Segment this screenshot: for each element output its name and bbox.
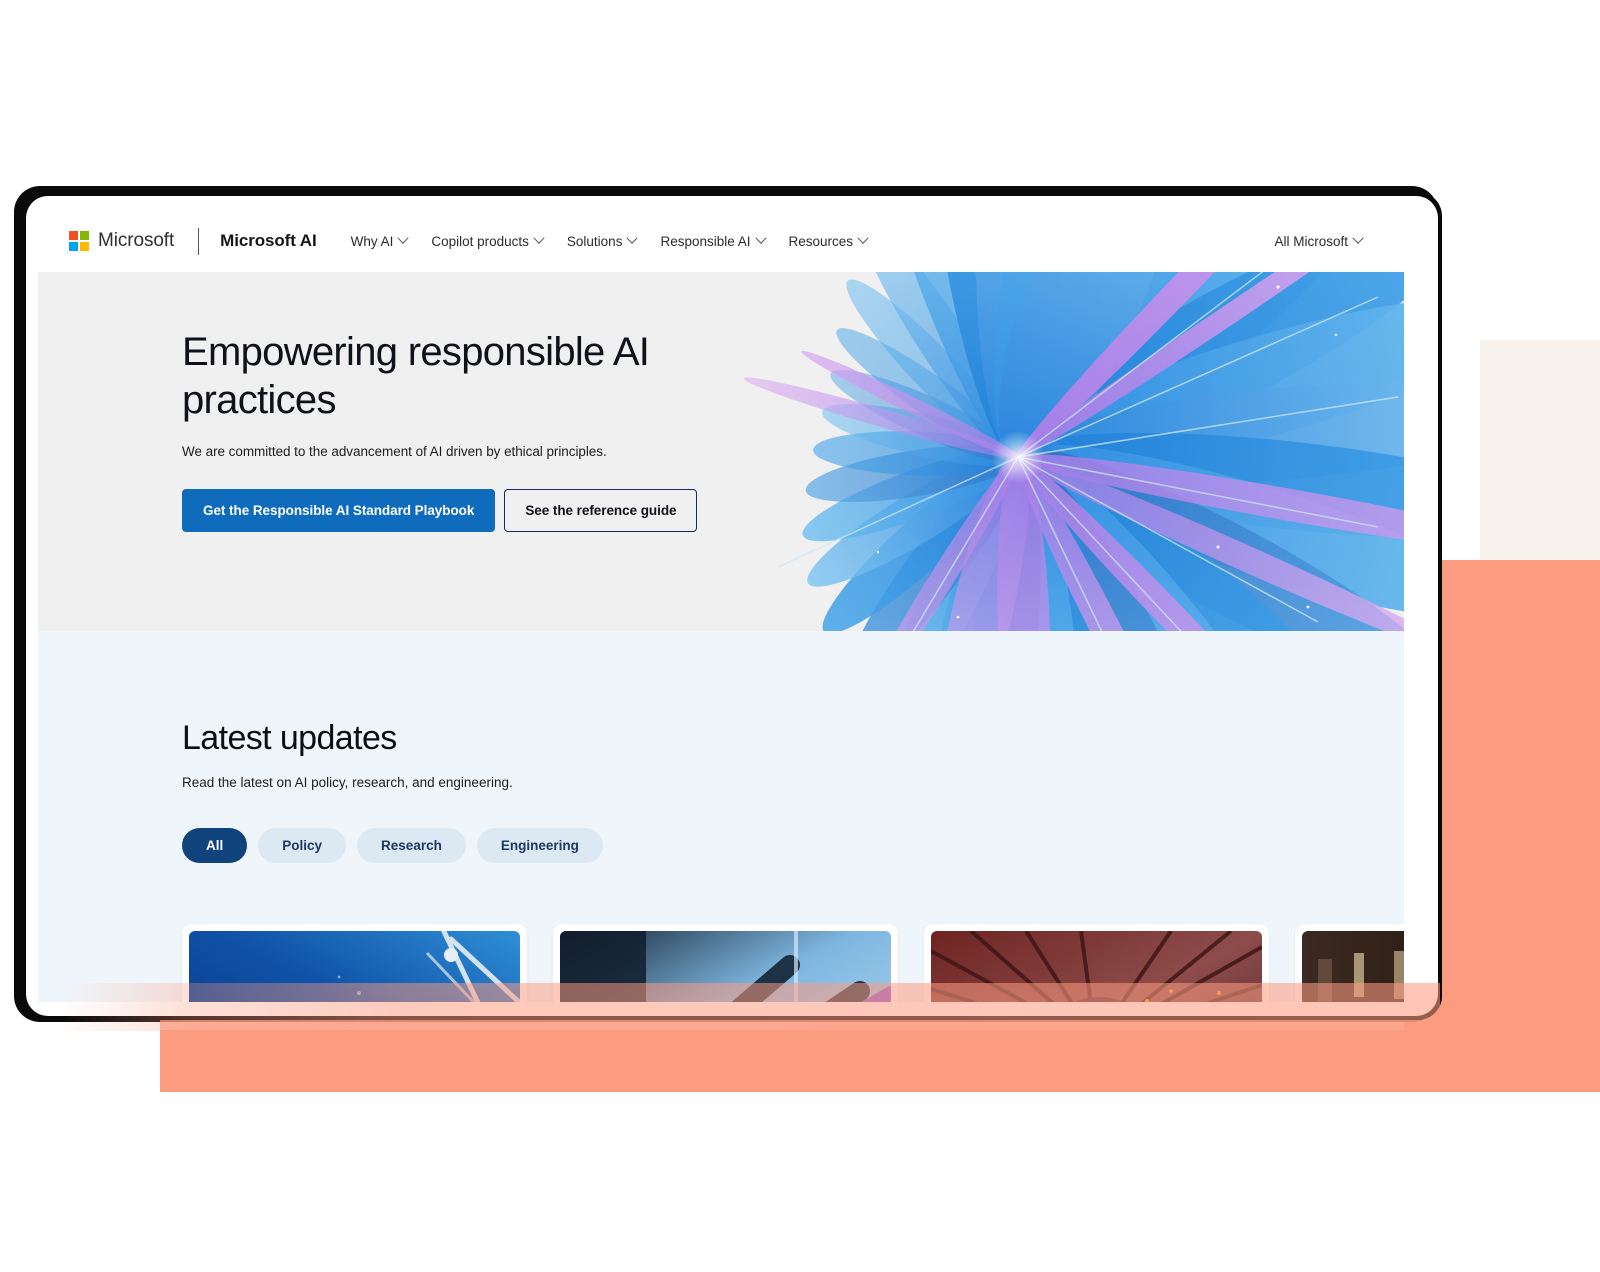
chevron-down-icon	[533, 232, 545, 244]
hero-button-group: Get the Responsible AI Standard Playbook…	[182, 489, 742, 532]
hero-section: Empowering responsible AI practices We a…	[38, 272, 1404, 631]
microsoft-logo-link[interactable]: Microsoft	[69, 230, 174, 252]
nav-item-why-ai[interactable]: Why AI	[339, 228, 420, 255]
filter-pill-policy[interactable]: Policy	[258, 828, 347, 863]
decor-coral-rectangle-bottom	[160, 1030, 1440, 1092]
microsoft-logo-icon	[69, 231, 89, 251]
browser-viewport: Microsoft Microsoft AI Why AI Copilot pr…	[38, 210, 1404, 1002]
nav-item-label: Responsible AI	[660, 233, 751, 249]
hero-fan-graphic	[744, 272, 1404, 631]
nav-item-label: Resources	[788, 233, 854, 249]
logo-square-green	[80, 231, 89, 240]
nav-item-solutions[interactable]: Solutions	[555, 228, 649, 255]
filter-pill-engineering[interactable]: Engineering	[476, 828, 603, 863]
chevron-down-icon	[857, 232, 869, 244]
update-card[interactable]	[1295, 924, 1404, 1002]
nav-links: Why AI Copilot products Solutions Respon…	[339, 228, 879, 255]
logo-square-yellow	[80, 242, 89, 251]
nav-item-copilot-products[interactable]: Copilot products	[419, 228, 555, 255]
hero-copy-block: Empowering responsible AI practices We a…	[182, 328, 742, 532]
microsoft-wordmark: Microsoft	[98, 230, 175, 251]
filter-pill-all[interactable]: All	[182, 828, 248, 863]
chevron-down-icon	[754, 232, 767, 244]
chevron-down-icon	[1352, 232, 1364, 244]
chevron-down-icon	[397, 232, 410, 244]
chevron-down-icon	[626, 232, 639, 244]
top-navigation-bar: Microsoft Microsoft AI Why AI Copilot pr…	[38, 210, 1404, 272]
nav-item-all-microsoft[interactable]: All Microsoft	[1262, 228, 1374, 255]
nav-item-label: Copilot products	[431, 233, 529, 249]
hero-subtitle: We are committed to the advancement of A…	[182, 444, 607, 459]
update-card[interactable]	[924, 924, 1269, 1002]
nav-item-label: All Microsoft	[1274, 233, 1348, 249]
update-card[interactable]	[182, 924, 527, 1002]
nav-right-group: All Microsoft	[1262, 228, 1374, 255]
filter-pill-research[interactable]: Research	[357, 828, 466, 863]
update-card-list	[182, 924, 1404, 1002]
card-image-industrial-beams	[560, 931, 891, 1002]
logo-square-blue	[69, 242, 78, 251]
latest-updates-title: Latest updates	[182, 719, 397, 757]
nav-divider	[198, 227, 200, 255]
nav-item-responsible-ai[interactable]: Responsible AI	[648, 228, 776, 255]
update-card[interactable]	[553, 924, 898, 1002]
hero-title: Empowering responsible AI practices	[182, 330, 650, 422]
get-playbook-button[interactable]: Get the Responsible AI Standard Playbook	[182, 489, 496, 532]
latest-updates-subtitle: Read the latest on AI policy, research, …	[182, 775, 513, 790]
hero-artwork	[680, 272, 1404, 631]
latest-updates-section: Latest updates Read the latest on AI pol…	[38, 631, 1404, 1002]
filter-pill-group: All Policy Research Engineering	[182, 828, 1404, 863]
nav-item-resources[interactable]: Resources	[777, 228, 880, 255]
card-image-satellite	[189, 931, 520, 1002]
card-image-domed-atrium	[931, 931, 1262, 1002]
decor-cream-rectangle	[1480, 340, 1600, 560]
logo-square-red	[69, 231, 78, 240]
product-title-microsoft-ai[interactable]: Microsoft AI	[220, 231, 317, 251]
nav-item-label: Why AI	[350, 233, 394, 249]
see-reference-guide-button[interactable]: See the reference guide	[504, 489, 698, 532]
nav-item-label: Solutions	[566, 233, 623, 249]
card-image-person-cafe	[1302, 931, 1404, 1002]
